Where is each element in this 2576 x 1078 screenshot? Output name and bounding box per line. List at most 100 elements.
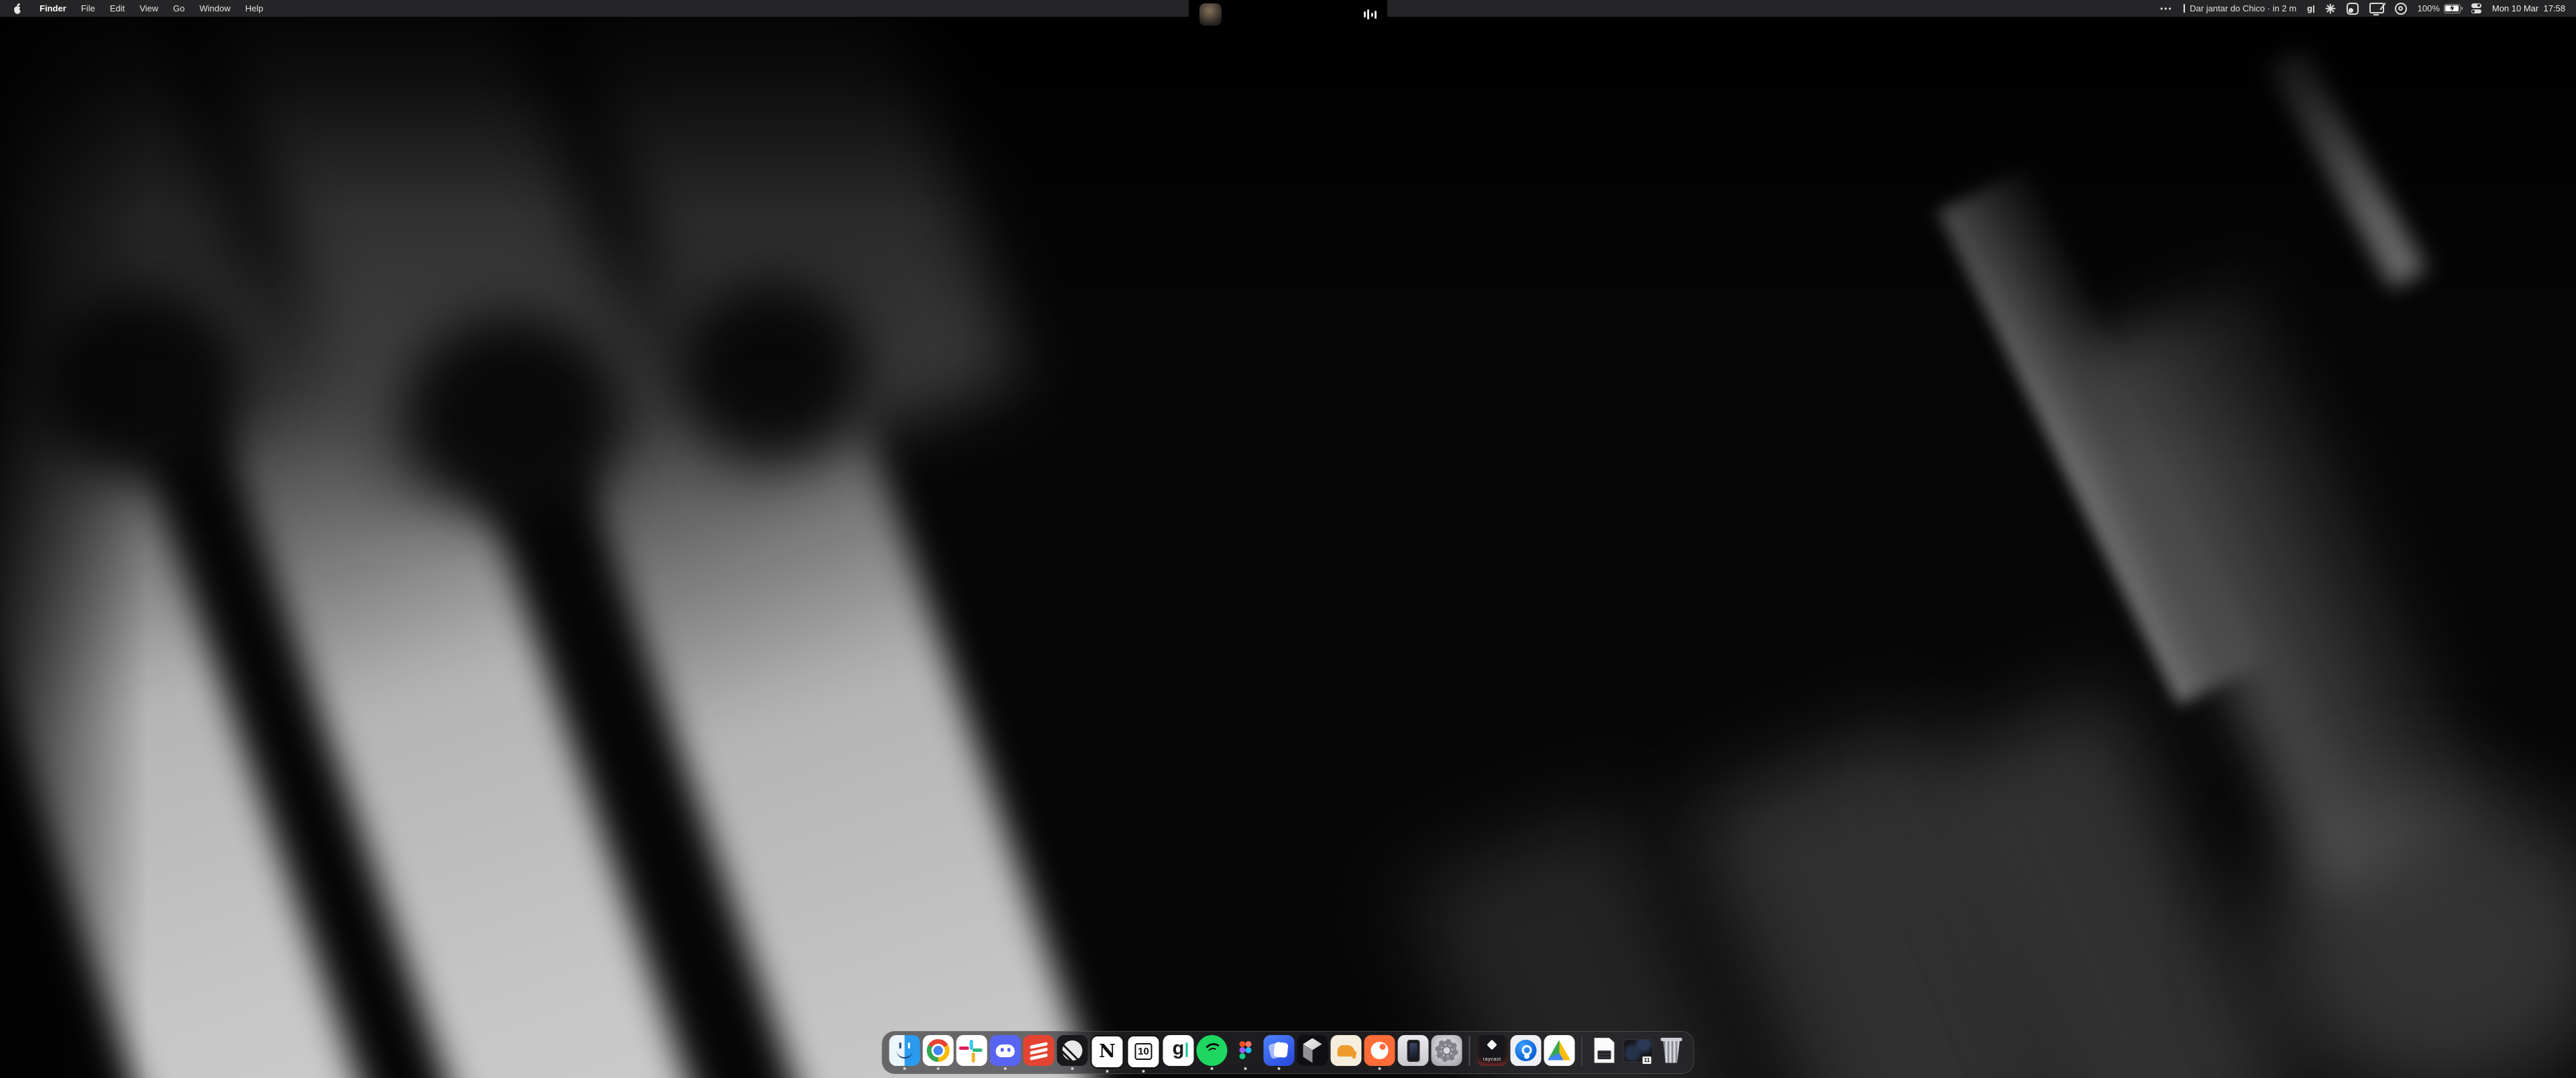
toggle-pill [2471,3,2481,8]
display-menu-icon[interactable] [2369,3,2384,13]
dock-item-finder[interactable] [890,1035,920,1071]
dock-item-notion[interactable] [1091,1035,1124,1073]
postman-icon [1364,1035,1395,1066]
visualizer-bar [1371,13,1373,17]
audio-visualizer [1364,8,1377,21]
running-indicator [1106,1070,1109,1073]
dock-item-system-settings[interactable] [1432,1035,1462,1071]
craft-icon [1264,1035,1295,1066]
dock-item-chrome[interactable] [923,1035,954,1071]
menu-bar-left: Finder File Edit View Go Window Help [0,0,270,17]
battery-nub [2461,7,2463,10]
chrome-icon [923,1035,954,1066]
raycast-icon [1477,1035,1507,1066]
menu-bar-clock[interactable]: Mon 10 Mar 17:58 [2492,3,2565,13]
dock-item-iphone-mirroring[interactable] [1398,1035,1429,1071]
battery-status[interactable]: 100% [2418,3,2461,13]
spline-icon [1297,1035,1328,1066]
google-drive-icon [1544,1035,1574,1066]
running-indicator [1004,1067,1007,1070]
notch-media-widget[interactable] [1189,0,1387,29]
slack-icon [957,1035,987,1066]
dock-item-todoist[interactable] [1024,1035,1055,1071]
visualizer-bar [1364,11,1366,17]
notion-calendar-icon [1127,1035,1161,1069]
toggle-pill [2471,9,2481,14]
dock-item-raycast[interactable] [1477,1035,1507,1071]
dock-separator [1469,1036,1470,1066]
menu-help[interactable]: Help [238,0,271,17]
dock-item-google-drive[interactable] [1544,1035,1574,1071]
dock-item-postico[interactable] [1331,1035,1362,1071]
linear-icon [1057,1035,1088,1066]
wallpaper [0,0,2576,1078]
dock-item-figma[interactable] [1230,1035,1261,1071]
dock-item-discord[interactable] [990,1035,1021,1071]
trash-icon [1656,1035,1687,1066]
dock-item-notion-calendar[interactable] [1127,1035,1161,1073]
dock-item-1password[interactable] [1510,1035,1541,1071]
menu-window[interactable]: Window [192,0,237,17]
menu-go[interactable]: Go [166,0,192,17]
1password-icon [1510,1035,1541,1066]
running-indicator [1244,1067,1247,1070]
wallpaper-fade [0,0,148,1078]
control-center-icon[interactable] [2471,3,2481,13]
dock-separator [1581,1036,1582,1066]
wallpaper-fade [0,0,2576,537]
dock-item-craft[interactable] [1264,1035,1295,1071]
notion-icon [1091,1035,1124,1069]
dock-item-spotify[interactable] [1197,1035,1228,1071]
dock-item-spline[interactable] [1297,1035,1328,1071]
running-indicator [937,1067,940,1070]
running-indicator [1071,1067,1074,1070]
running-indicator [1211,1067,1214,1070]
dock-item-trash[interactable] [1656,1035,1687,1071]
asterisk-menu-icon[interactable] [2325,3,2336,14]
spotify-icon [1197,1035,1228,1066]
battery-icon [2444,4,2461,13]
todoist-icon [1024,1035,1055,1066]
event-text: Dar jantar do Chico · in 2 m [2190,3,2296,13]
iphone-mirroring-icon [1398,1035,1429,1066]
grammarly-menu-icon[interactable]: g [2307,3,2314,13]
menu-file[interactable]: File [74,0,103,17]
document-icon [1589,1035,1620,1066]
grammarly-glyph: g [2307,3,2312,13]
figma-icon [1230,1035,1261,1066]
menu-bar-status: ••• Dar jantar do Chico · in 2 m g 100% [2160,0,2576,17]
menu-view[interactable]: View [132,0,166,17]
event-color-bar [2184,4,2186,13]
running-indicator [1142,1070,1145,1073]
grammarly-caret [2313,5,2314,13]
running-indicator [1278,1067,1281,1070]
dock-item-linear[interactable] [1057,1035,1088,1071]
1password-menu-icon[interactable] [2395,3,2407,15]
running-indicator [904,1067,906,1070]
album-art[interactable] [1199,3,1222,25]
grammarly-icon [1163,1035,1194,1066]
visualizer-bar [1367,9,1369,19]
finder-icon [890,1035,920,1066]
battery-percent: 100% [2418,3,2440,13]
screenshot-stack-icon [1623,1035,1654,1066]
dock-item-slack[interactable] [957,1035,987,1071]
calendar-event-item[interactable]: Dar jantar do Chico · in 2 m [2184,3,2296,13]
running-indicator [1379,1067,1381,1070]
postico-icon [1331,1035,1362,1066]
shape-menu-icon[interactable] [2347,3,2359,15]
dock-item-screenshot-stack[interactable] [1623,1035,1654,1071]
menu-finder[interactable]: Finder [32,0,74,17]
dock-item-postman[interactable] [1364,1035,1395,1071]
dock-item-document[interactable] [1589,1035,1620,1071]
discord-icon [990,1035,1021,1066]
visualizer-bar [1375,11,1377,19]
desktop: Finder File Edit View Go Window Help •••… [0,0,2576,1078]
overflow-dots-icon[interactable]: ••• [2160,4,2173,13]
menu-edit[interactable]: Edit [103,0,132,17]
apple-icon [12,3,23,15]
system-settings-icon [1432,1035,1462,1066]
apple-menu[interactable] [12,3,23,14]
dock [882,1031,1695,1075]
dock-item-grammarly[interactable] [1163,1035,1194,1071]
